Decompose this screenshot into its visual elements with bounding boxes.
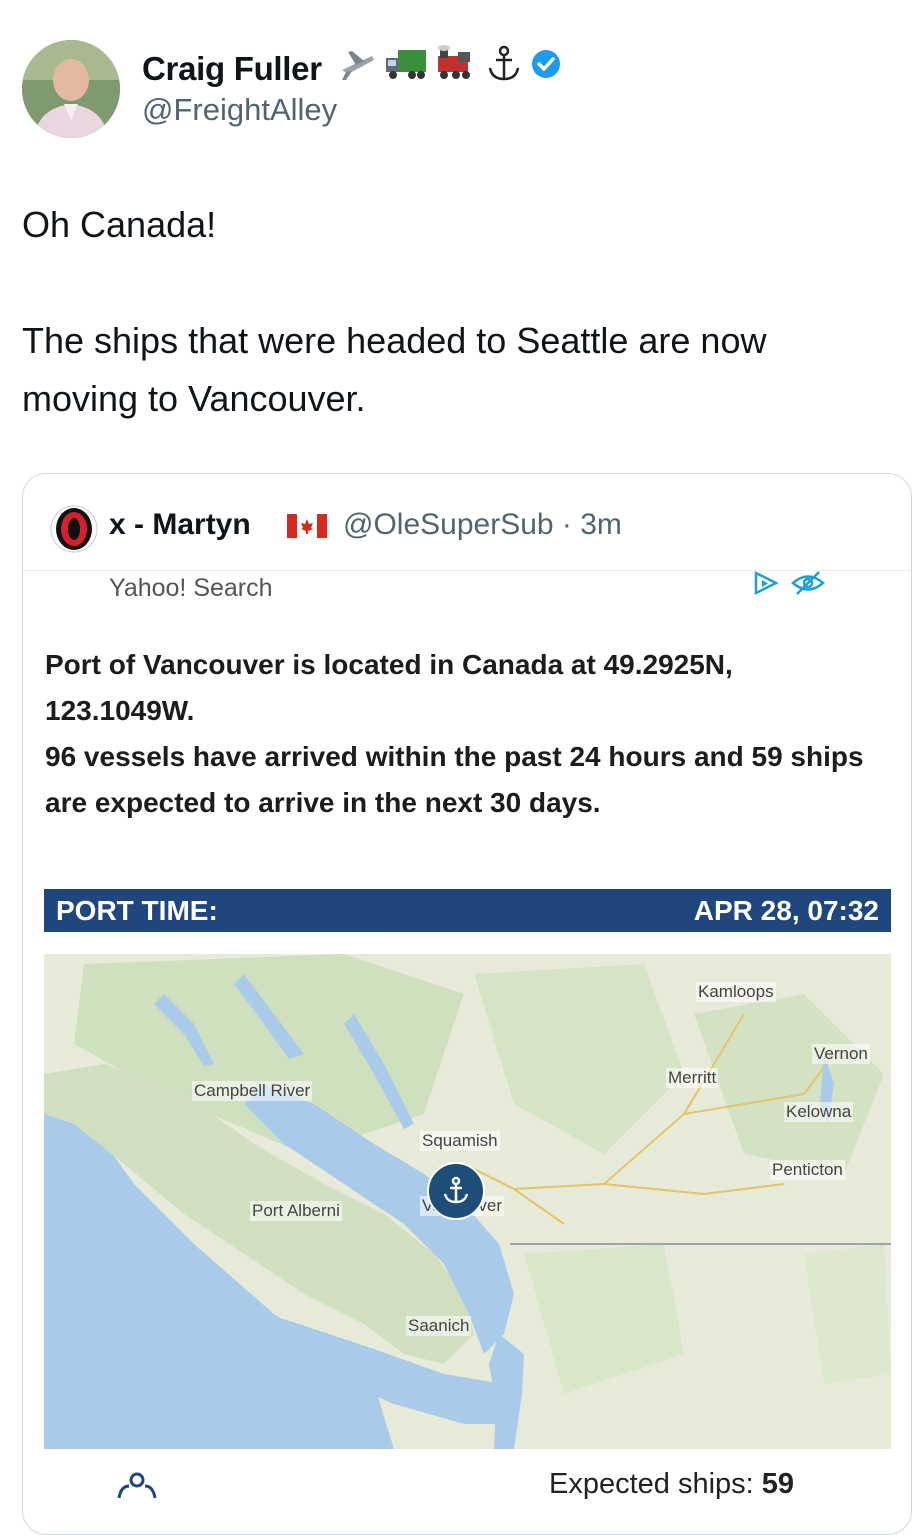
tweet-text: Oh Canada! The ships that were headed to…: [22, 204, 767, 419]
airplane-icon: [342, 51, 374, 80]
expected-ships: Expected ships: 59: [549, 1468, 794, 1501]
expected-ships-label: Expected ships:: [549, 1468, 754, 1500]
map-label-kelowna: Kelowna: [784, 1102, 854, 1122]
map-label-penticton: Penticton: [770, 1160, 845, 1180]
quoted-author-avatar[interactable]: [50, 505, 98, 553]
canada-flag-icon: [287, 514, 327, 543]
port-anchor-pin[interactable]: [427, 1162, 485, 1220]
author-name[interactable]: Craig Fuller: [142, 50, 322, 88]
hide-ad-icon[interactable]: [791, 570, 825, 596]
expected-ships-value: 59: [761, 1468, 795, 1500]
anchor-icon: [488, 45, 520, 81]
map-label-saanich: Saanich: [406, 1316, 472, 1336]
port-vessels-text: 96 vessels have arrived within the past …: [45, 741, 864, 818]
quoted-handle-time[interactable]: @OleSuperSub · 3m: [343, 508, 622, 542]
ad-choices-icon[interactable]: [751, 570, 781, 596]
port-description: Port of Vancouver is located in Canada a…: [45, 642, 885, 826]
map-label-squamish: Squamish: [420, 1131, 500, 1151]
author-emoji-row: [338, 44, 562, 84]
quoted-author-name[interactable]: x - Martyn: [109, 508, 251, 542]
author-handle[interactable]: @FreightAlley: [142, 92, 337, 128]
verified-badge-icon: [532, 50, 560, 78]
search-source: Yahoo! Search: [109, 574, 273, 602]
route-icon: [115, 1470, 159, 1505]
map-label-kamloops: Kamloops: [696, 982, 776, 1002]
map-label-merritt: Merritt: [666, 1068, 719, 1088]
anchor-icon: [443, 1176, 469, 1204]
ad-icons: [751, 570, 825, 596]
port-time-bar: PORT TIME: APR 28, 07:32: [44, 889, 891, 932]
port-location-text: Port of Vancouver is located in Canada a…: [45, 649, 733, 726]
truck-icon: [386, 50, 426, 79]
map-label-campbell-river: Campbell River: [192, 1081, 313, 1101]
map-label-port-alberni: Port Alberni: [250, 1201, 342, 1221]
author-avatar[interactable]: [22, 40, 120, 138]
port-map[interactable]: Kamloops Vernon Merritt Kelowna Penticto…: [44, 954, 891, 1449]
port-time-label: PORT TIME:: [56, 894, 218, 926]
map-label-vernon: Vernon: [812, 1044, 870, 1064]
quoted-tweet[interactable]: x - Martyn @OleSuperSub · 3m Yahoo! Sear…: [22, 473, 912, 1535]
port-time-value: APR 28, 07:32: [693, 894, 879, 926]
train-icon: [438, 45, 470, 79]
